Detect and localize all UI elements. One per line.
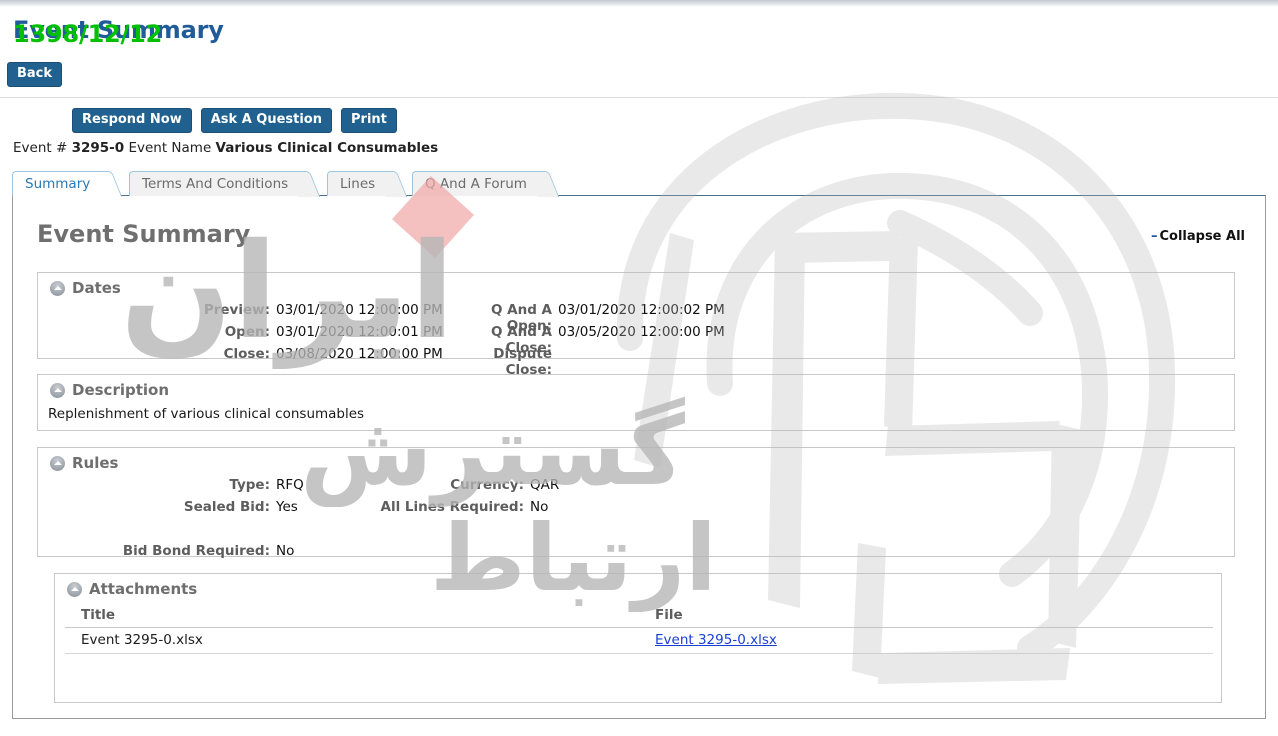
tab-qa-label: Q And A Forum [425, 176, 527, 192]
collapse-toggle-icon[interactable] [50, 382, 65, 398]
column-header-file: File [639, 604, 1213, 628]
tab-slant [374, 171, 408, 197]
field-preview: Preview: 03/01/2020 12:00:00 PM [48, 302, 443, 321]
field-type-value: RFQ [276, 477, 304, 493]
field-preview-value: 03/01/2020 12:00:00 PM [276, 302, 443, 318]
attachments-section-header[interactable]: Attachments [67, 580, 197, 598]
field-rules-spacer [48, 521, 304, 540]
dates-section: Dates Preview: 03/01/2020 12:00:00 PM Op… [37, 272, 1235, 378]
event-number-value: 3295-0 [71, 140, 125, 156]
tab-summary[interactable]: Summary [12, 171, 123, 197]
browser-chrome-strip [0, 0, 1278, 7]
tab-slant [287, 171, 321, 197]
tab-lines-label: Lines [340, 176, 376, 192]
field-all-lines-required-label: All Lines Required: [380, 499, 524, 515]
field-close-label: Close: [223, 346, 270, 362]
field-currency-value: QAR [530, 477, 560, 493]
respond-now-button[interactable]: Respond Now [72, 108, 192, 133]
description-section: Description Replenishment of various cli… [37, 374, 1235, 431]
field-open: Open: 03/01/2020 12:00:01 PM [48, 324, 443, 343]
attachment-file-cell: Event 3295-0.xlsx [639, 627, 1213, 654]
dates-left-column: Preview: 03/01/2020 12:00:00 PM Open: 03… [48, 302, 443, 368]
collapse-all-button[interactable]: – Collapse All [1151, 229, 1245, 244]
field-qa-close: Q And A Close: 03/05/2020 12:00:00 PM [448, 324, 725, 356]
field-bid-bond-required-value: No [276, 543, 295, 559]
table-header-row: Title File [65, 604, 1213, 628]
attachment-download-link[interactable]: Event 3295-0.xlsx [655, 632, 777, 648]
field-open-label: Open: [224, 324, 270, 340]
dates-section-header[interactable]: Dates [50, 279, 121, 297]
tab-terms-and-conditions[interactable]: Terms And Conditions [129, 171, 321, 197]
back-button[interactable]: Back [7, 62, 63, 87]
tab-lines[interactable]: Lines [327, 171, 408, 197]
field-currency-label: Currency: [450, 477, 524, 493]
event-number-label: Event # [13, 140, 68, 156]
rules-section-header[interactable]: Rules [50, 454, 118, 472]
summary-panel: Event Summary – Collapse All Dates Previe… [12, 195, 1266, 719]
event-name-label: Event Name [128, 140, 212, 156]
field-sealed-bid: Sealed Bid: Yes [48, 499, 304, 518]
description-text: Replenishment of various clinical consum… [48, 406, 365, 422]
tab-terms-label: Terms And Conditions [142, 176, 289, 192]
field-qa-close-value: 03/05/2020 12:00:00 PM [558, 324, 725, 340]
collapse-toggle-icon[interactable] [50, 280, 65, 296]
description-section-title: Description [72, 381, 170, 399]
field-dispute-close: Dispute Close: [448, 346, 725, 378]
rules-section: Rules Type: RFQ Sealed Bid: Yes Bid Bond… [37, 447, 1235, 559]
column-header-title: Title [65, 604, 639, 628]
event-name-value: Various Clinical Consumables [215, 140, 439, 156]
field-sealed-bid-label: Sealed Bid: [183, 499, 270, 515]
rules-left-column: Type: RFQ Sealed Bid: Yes Bid Bond Requi… [48, 477, 304, 565]
field-type-label: Type: [229, 477, 270, 493]
field-qa-open-value: 03/01/2020 12:00:02 PM [558, 302, 725, 318]
collapse-all-label: Collapse All [1159, 229, 1245, 244]
field-all-lines-required-value: No [530, 499, 549, 515]
print-button[interactable]: Print [341, 108, 397, 133]
persian-date-overlay: 1398/12/12 [13, 20, 163, 48]
description-section-header[interactable]: Description [50, 381, 169, 399]
tab-summary-label: Summary [25, 176, 91, 192]
collapse-toggle-icon[interactable] [67, 581, 82, 597]
rules-right-column: Currency: QAR All Lines Required: No [338, 477, 560, 521]
event-identity-line: Event # 3295-0 Event Name Various Clinic… [13, 140, 438, 156]
tab-q-and-a-forum[interactable]: Q And A Forum [412, 171, 560, 197]
attachments-table: Title File Event 3295-0.xlsx Event 3295-… [65, 604, 1213, 654]
field-type: Type: RFQ [48, 477, 304, 496]
field-close-value: 03/08/2020 12:00:00 PM [276, 346, 443, 362]
collapse-toggle-icon[interactable] [50, 455, 65, 471]
field-sealed-bid-value: Yes [276, 499, 298, 515]
field-all-lines-required: All Lines Required: No [338, 499, 559, 518]
tab-slant [89, 171, 123, 197]
field-bid-bond-required: Bid Bond Required: No [48, 543, 304, 562]
table-row: Event 3295-0.xlsx Event 3295-0.xlsx [65, 627, 1213, 654]
field-currency: Currency: QAR [338, 477, 559, 496]
dates-right-column: Q And A Open: 03/01/2020 12:00:02 PM Q A… [448, 302, 725, 378]
attachment-title-cell: Event 3295-0.xlsx [65, 627, 639, 654]
ask-a-question-button[interactable]: Ask A Question [200, 108, 332, 133]
field-open-value: 03/01/2020 12:00:01 PM [276, 324, 443, 340]
rules-section-title: Rules [72, 454, 119, 472]
panel-heading: Event Summary [37, 220, 251, 248]
field-preview-label: Preview: [203, 302, 270, 318]
field-bid-bond-required-label: Bid Bond Required: [122, 543, 270, 559]
field-close: Close: 03/08/2020 12:00:00 PM [48, 346, 443, 365]
header-divider [0, 97, 1278, 98]
action-toolbar: Respond Now Ask A Question Print [72, 108, 397, 133]
page-root: Event Summary 1398/12/12 Back Respond No… [0, 0, 1278, 736]
dates-section-title: Dates [72, 279, 121, 297]
tab-slant [526, 171, 560, 197]
attachments-section-title: Attachments [89, 580, 198, 598]
minus-icon: – [1150, 229, 1158, 244]
attachments-section: Attachments Title File Event 3295-0.xlsx… [54, 573, 1222, 703]
field-qa-open: Q And A Open: 03/01/2020 12:00:02 PM [448, 302, 725, 334]
